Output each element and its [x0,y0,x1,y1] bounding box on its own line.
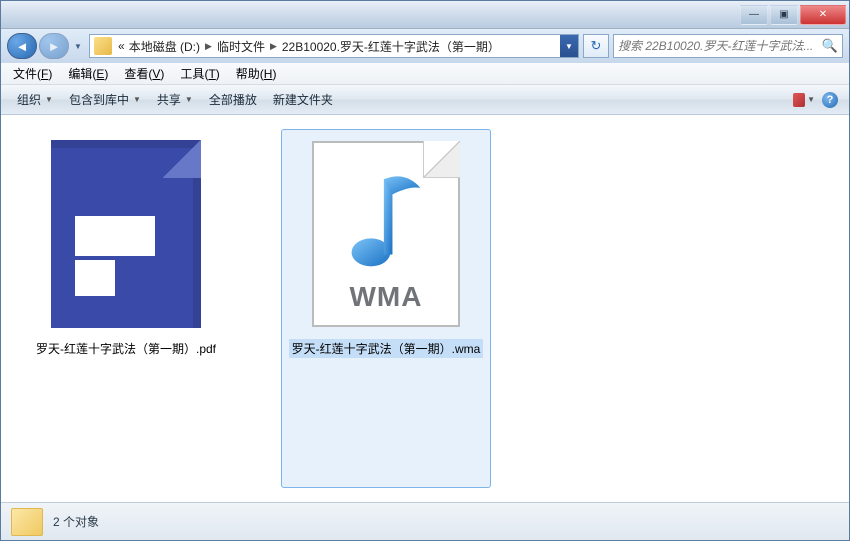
file-thumbnail [46,136,206,331]
breadcrumb-prefix: « [116,39,127,53]
chevron-down-icon: ▼ [133,95,141,104]
window-titlebar: — ▣ ✕ [1,1,849,29]
search-icon[interactable]: 🔍 [822,38,838,54]
arrow-left-icon: ◄ [16,39,29,54]
chevron-down-icon: ▼ [807,95,815,104]
chevron-down-icon: ▼ [185,95,193,104]
nav-buttons: ◄ ► ▼ [7,33,85,59]
chevron-right-icon[interactable]: ▶ [270,41,277,52]
folder-icon [94,37,112,55]
play-all-button[interactable]: 全部播放 [201,88,265,111]
menu-view[interactable]: 查看(V) [116,63,172,84]
breadcrumb-part[interactable]: 临时文件 [215,38,267,55]
file-item-pdf[interactable]: 罗天-红莲十字武法（第一期）.pdf [21,129,231,488]
music-note-icon [343,164,429,277]
command-toolbar: 组织▼ 包含到库中▼ 共享▼ 全部播放 新建文件夹 ▼ ? [1,85,849,115]
status-item-count: 2 个对象 [53,513,99,530]
search-input[interactable] [618,39,818,53]
address-box[interactable]: « 本地磁盘 (D:) ▶ 临时文件 ▶ 22B10020.罗天-红莲十字武法（… [89,34,579,58]
view-mode-button[interactable]: ▼ [793,89,815,111]
organize-button[interactable]: 组织▼ [9,88,61,111]
file-name-label: 罗天-红莲十字武法（第一期）.pdf [33,339,219,358]
maximize-button[interactable]: ▣ [770,5,798,25]
search-box[interactable]: 🔍 [613,34,843,58]
close-button[interactable]: ✕ [800,5,846,25]
address-dropdown[interactable]: ▼ [560,35,578,57]
wma-icon: WMA [312,141,460,327]
folder-icon [11,508,43,536]
menu-file[interactable]: 文件(F) [5,63,60,84]
wma-text-label: WMA [350,281,423,313]
breadcrumb-part[interactable]: 本地磁盘 (D:) [127,38,202,55]
minimize-button[interactable]: — [740,5,768,25]
menu-edit[interactable]: 编辑(E) [60,63,116,84]
arrow-right-icon: ► [48,39,61,54]
menu-tools[interactable]: 工具(T) [172,63,227,84]
back-button[interactable]: ◄ [7,33,37,59]
share-button[interactable]: 共享▼ [149,88,201,111]
nav-history-dropdown[interactable]: ▼ [71,36,85,56]
refresh-icon: ↻ [591,38,602,54]
help-button[interactable]: ? [819,89,841,111]
refresh-button[interactable]: ↻ [583,34,609,58]
file-thumbnail: WMA [306,136,466,331]
include-in-library-button[interactable]: 包含到库中▼ [61,88,149,111]
new-folder-button[interactable]: 新建文件夹 [265,88,341,111]
file-item-wma[interactable]: WMA 罗天-红莲十字武法（第一期）.wma [281,129,491,488]
forward-button[interactable]: ► [39,33,69,59]
pdf-icon [51,140,201,328]
chevron-down-icon: ▼ [45,95,53,104]
file-name-label: 罗天-红莲十字武法（第一期）.wma [289,339,484,358]
view-icon [793,93,805,107]
chevron-right-icon[interactable]: ▶ [205,41,212,52]
menu-help[interactable]: 帮助(H) [228,63,285,84]
menu-bar: 文件(F) 编辑(E) 查看(V) 工具(T) 帮助(H) [1,63,849,85]
help-icon: ? [822,92,838,108]
breadcrumb-part[interactable]: 22B10020.罗天-红莲十字武法（第一期） [280,38,502,55]
file-list-pane[interactable]: 罗天-红莲十字武法（第一期）.pdf WM [1,115,849,502]
window-buttons: — ▣ ✕ [738,5,846,25]
address-bar-row: ◄ ► ▼ « 本地磁盘 (D:) ▶ 临时文件 ▶ 22B10020.罗天-红… [1,29,849,63]
status-bar: 2 个对象 [1,502,849,540]
